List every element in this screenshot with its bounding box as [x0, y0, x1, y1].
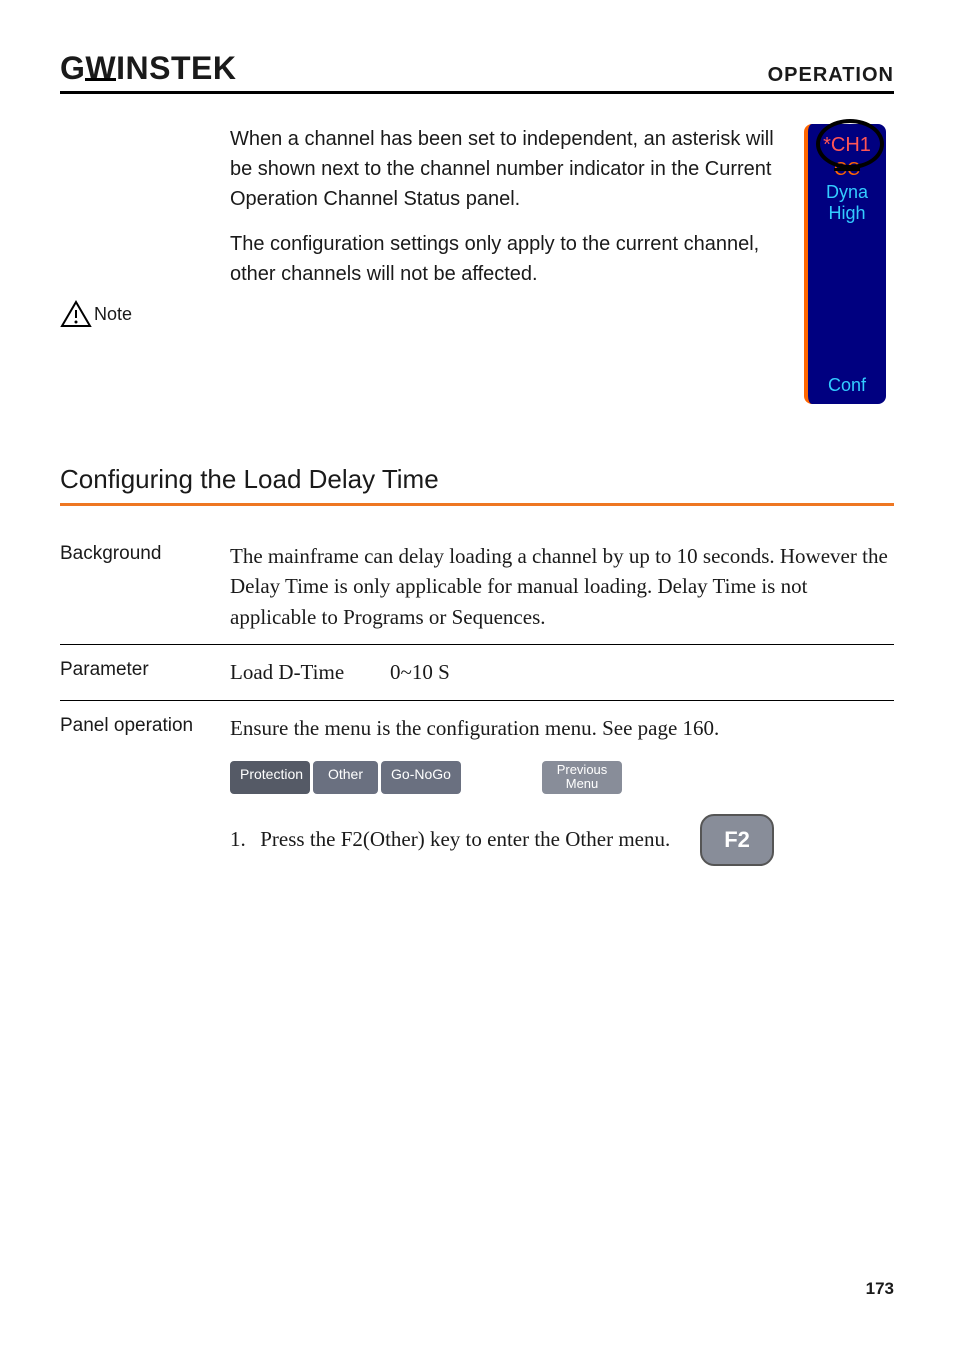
tab-previous-menu: Previous Menu: [542, 761, 622, 794]
note-block: Note When a channel has been set to inde…: [60, 124, 894, 404]
conf-indicator: Conf: [808, 375, 886, 396]
status-panel-illustration: *CH1 CC Dyna High Conf: [804, 124, 894, 404]
high-indicator: High: [808, 203, 886, 224]
background-label: Background: [60, 541, 230, 632]
warning-triangle-icon: [60, 300, 92, 328]
f2-key-icon: F2: [700, 814, 774, 866]
page-number: 173: [866, 1279, 894, 1299]
dyna-indicator: Dyna: [808, 182, 886, 203]
panel-operation-content: Ensure the menu is the configuration men…: [230, 713, 894, 866]
note-paragraph-1: When a channel has been set to independe…: [230, 124, 789, 214]
header-section-title: OPERATION: [768, 64, 894, 87]
heading-underline: [60, 503, 894, 506]
logo-text-instek: INSTEK: [116, 50, 236, 86]
background-text: The mainframe can delay loading a channe…: [230, 541, 894, 632]
highlight-circle-icon: [816, 119, 884, 169]
parameter-range: 0~10 S: [390, 657, 450, 687]
brand-logo: GWINSTEK: [60, 50, 236, 87]
background-row: Background The mainframe can delay loadi…: [60, 541, 894, 632]
panel-operation-label: Panel operation: [60, 713, 230, 866]
tab-spacer: [464, 761, 539, 794]
step-1-text: 1. Press the F2(Other) key to enter the …: [230, 825, 670, 854]
logo-text-w: W: [85, 50, 116, 87]
panel-operation-intro: Ensure the menu is the configuration men…: [230, 713, 894, 743]
tab-other: Other: [313, 761, 378, 794]
channel-status-panel: *CH1 CC Dyna High Conf: [804, 124, 886, 404]
tab-gonogo: Go-NoGo: [381, 761, 461, 794]
divider: [60, 700, 894, 701]
parameter-row: Parameter Load D-Time 0~10 S: [60, 657, 894, 687]
panel-operation-row: Panel operation Ensure the menu is the c…: [60, 713, 894, 866]
parameter-content: Load D-Time 0~10 S: [230, 657, 894, 687]
logo-text-g: G: [60, 50, 85, 86]
note-body: When a channel has been set to independe…: [230, 124, 804, 404]
parameter-label: Parameter: [60, 657, 230, 687]
note-indicator: Note: [60, 124, 230, 404]
step-instruction: Press the F2(Other) key to enter the Oth…: [260, 827, 670, 851]
note-label: Note: [94, 304, 132, 325]
step-number: 1.: [230, 825, 255, 854]
tab-protection: Protection: [230, 761, 310, 794]
menu-tabs-illustration: Protection Other Go-NoGo Previous Menu: [230, 761, 894, 794]
page-header: GWINSTEK OPERATION: [60, 50, 894, 94]
parameter-name: Load D-Time: [230, 657, 390, 687]
divider: [60, 644, 894, 645]
step-1-row: 1. Press the F2(Other) key to enter the …: [230, 814, 894, 866]
note-paragraph-2: The configuration settings only apply to…: [230, 229, 789, 289]
section-heading: Configuring the Load Delay Time: [60, 464, 894, 495]
